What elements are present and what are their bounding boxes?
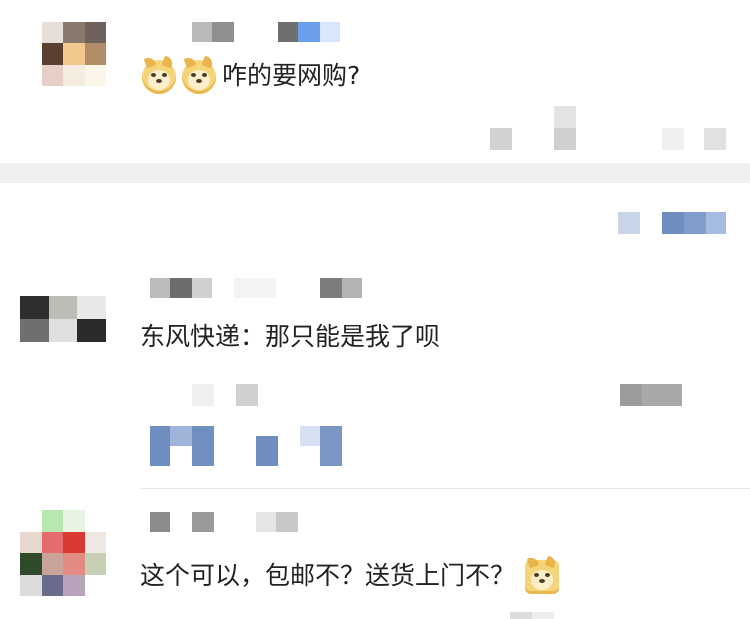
avatar[interactable] bbox=[20, 296, 106, 342]
doge-emoji-icon bbox=[525, 555, 560, 594]
comment-text: 东风快递：那只能是我了呗 bbox=[140, 322, 440, 352]
comment-text: 这个可以，包邮不？送货上门不？ bbox=[140, 555, 565, 594]
doge-emoji-icon bbox=[182, 55, 216, 94]
avatar[interactable] bbox=[42, 22, 106, 86]
comment-text: 咋的要网购? bbox=[142, 55, 361, 94]
section-divider bbox=[0, 163, 750, 183]
doge-emoji-icon bbox=[142, 55, 176, 94]
comment-body: 这个可以，包邮不？送货上门不？ bbox=[140, 561, 516, 590]
avatar[interactable] bbox=[20, 510, 106, 596]
comment-body: 咋的要网购? bbox=[222, 61, 361, 90]
comment-body: 东风快递：那只能是我了呗 bbox=[140, 322, 441, 351]
comment-divider bbox=[140, 488, 750, 489]
